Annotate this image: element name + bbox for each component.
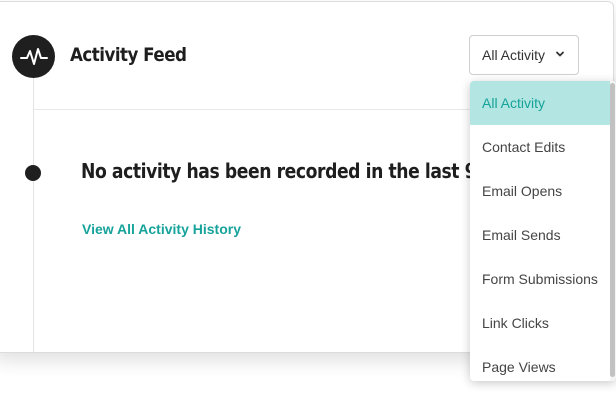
activity-filter-value: All Activity bbox=[482, 47, 546, 63]
option-email-opens[interactable]: Email Opens bbox=[470, 169, 610, 213]
dropdown-scroll-thumb[interactable] bbox=[610, 83, 615, 377]
dropdown-options: All Activity Contact Edits Email Opens E… bbox=[470, 81, 610, 381]
dropdown-scrollbar[interactable] bbox=[610, 81, 616, 381]
option-email-sends[interactable]: Email Sends bbox=[470, 213, 610, 257]
timeline-dot bbox=[25, 165, 41, 181]
option-link-clicks[interactable]: Link Clicks bbox=[470, 301, 610, 345]
activity-pulse-icon bbox=[12, 35, 55, 78]
view-all-history-link[interactable]: View All Activity History bbox=[82, 221, 241, 237]
page-title: Activity Feed bbox=[70, 44, 187, 66]
option-all-activity[interactable]: All Activity bbox=[470, 81, 610, 125]
option-form-submissions[interactable]: Form Submissions bbox=[470, 257, 610, 301]
chevron-down-icon bbox=[554, 48, 566, 60]
option-contact-edits[interactable]: Contact Edits bbox=[470, 125, 610, 169]
activity-filter-dropdown: All Activity Contact Edits Email Opens E… bbox=[470, 81, 616, 381]
timeline-line bbox=[33, 78, 34, 352]
option-page-views[interactable]: Page Views bbox=[470, 345, 610, 381]
empty-state-message: No activity has been recorded in the las… bbox=[81, 159, 506, 183]
activity-filter-select[interactable]: All Activity bbox=[469, 35, 579, 75]
